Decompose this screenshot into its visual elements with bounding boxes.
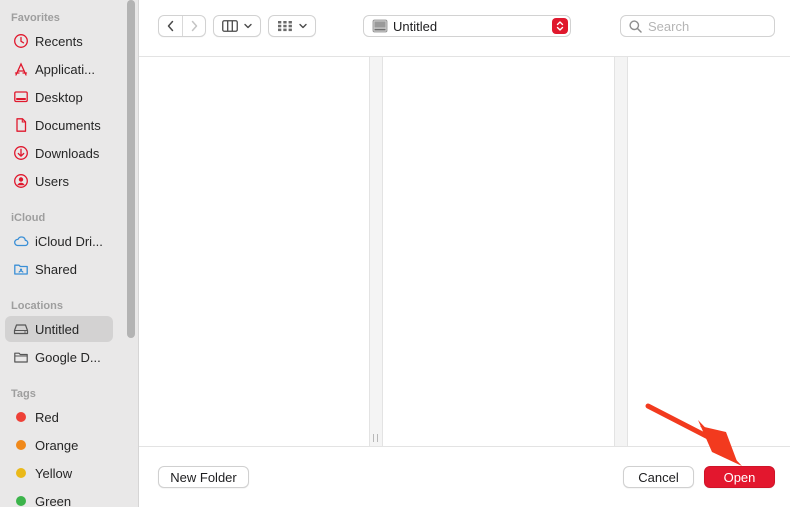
sidebar-item-label: Shared <box>35 261 77 277</box>
new-folder-button[interactable]: New Folder <box>158 466 249 488</box>
sidebar-item-label: Yellow <box>35 465 73 481</box>
section-title-favorites: Favorites <box>11 12 60 24</box>
section-title-locations: Locations <box>11 300 63 312</box>
green-tag-dot-icon <box>16 496 26 506</box>
sidebar-item-label: Downloads <box>35 145 100 161</box>
sidebar-item-google-drive[interactable]: Google D... <box>5 344 113 370</box>
drive-icon <box>13 321 29 337</box>
sidebar-item-documents[interactable]: Documents <box>5 112 113 138</box>
document-icon <box>13 117 29 133</box>
folder-icon <box>13 349 29 365</box>
browser-column-2[interactable] <box>383 57 614 446</box>
view-mode-button[interactable] <box>213 15 261 37</box>
sidebar-item-shared[interactable]: Shared <box>5 256 113 282</box>
browser-column-3[interactable] <box>628 57 790 446</box>
sidebar-tag-green[interactable]: Green <box>5 488 113 507</box>
cloud-icon <box>13 233 29 249</box>
sidebar-item-label: Green <box>35 493 72 507</box>
orange-tag-dot-icon <box>16 440 26 450</box>
location-name: Untitled <box>393 18 438 34</box>
shared-folder-icon <box>13 261 29 277</box>
dialog-footer: New Folder Cancel Open <box>139 446 790 507</box>
sidebar-item-label: Documents <box>35 117 101 133</box>
sidebar-item-applications[interactable]: Applicati... <box>5 56 113 82</box>
location-stepper[interactable] <box>552 18 568 34</box>
chevron-down-icon <box>243 23 252 29</box>
sidebar-item-desktop[interactable]: Desktop <box>5 84 113 110</box>
red-tag-dot-icon <box>16 412 26 422</box>
column-divider-2[interactable] <box>614 57 628 446</box>
sidebar-item-label: Google D... <box>35 349 101 365</box>
desktop-icon <box>13 89 29 105</box>
sidebar-item-label: Orange <box>35 437 79 453</box>
section-title-tags: Tags <box>11 388 36 400</box>
toolbar: Untitled <box>139 0 790 57</box>
open-button[interactable]: Open <box>704 466 775 488</box>
forward-button[interactable] <box>183 16 205 36</box>
sidebar-item-label: Red <box>35 409 59 425</box>
sidebar-item-untitled[interactable]: Untitled <box>5 316 113 342</box>
sidebar-item-label: Applicati... <box>35 61 95 77</box>
location-popup[interactable]: Untitled <box>363 15 571 37</box>
columns-view-icon <box>221 20 238 32</box>
chevron-left-icon <box>167 20 173 32</box>
sidebar: Favorites Recents Applicati... Desktop D… <box>0 0 139 507</box>
search-icon <box>629 19 642 33</box>
yellow-tag-dot-icon <box>16 468 26 478</box>
cancel-button[interactable]: Cancel <box>623 466 694 488</box>
download-icon <box>13 145 29 161</box>
column-resize-handle[interactable] <box>373 434 378 442</box>
browser-column-1[interactable] <box>139 57 369 446</box>
search-field[interactable] <box>620 15 775 37</box>
disk-icon <box>372 19 388 33</box>
grid-icon <box>277 21 292 32</box>
sidebar-item-downloads[interactable]: Downloads <box>5 140 113 166</box>
section-title-icloud: iCloud <box>11 212 46 224</box>
applications-icon <box>13 61 29 77</box>
sidebar-item-icloud-drive[interactable]: iCloud Dri... <box>5 228 113 254</box>
sidebar-item-label: Recents <box>35 33 83 49</box>
group-by-button[interactable] <box>268 15 316 37</box>
sidebar-item-label: Untitled <box>35 321 80 337</box>
up-down-chevron-icon <box>556 21 564 31</box>
sidebar-scrollbar[interactable] <box>127 0 135 338</box>
column-browser <box>139 57 790 446</box>
clock-icon <box>13 33 29 49</box>
column-divider-1[interactable] <box>369 57 383 446</box>
sidebar-item-recents[interactable]: Recents <box>5 28 113 54</box>
back-button[interactable] <box>159 16 182 36</box>
sidebar-item-users[interactable]: Users <box>5 168 113 194</box>
sidebar-tag-red[interactable]: Red <box>5 404 113 430</box>
chevron-down-icon <box>298 23 307 29</box>
history-nav-group <box>158 15 206 37</box>
search-input[interactable] <box>648 18 768 34</box>
sidebar-item-label: iCloud Dri... <box>35 233 103 249</box>
chevron-right-icon <box>191 20 198 32</box>
sidebar-item-label: Users <box>35 173 69 189</box>
sidebar-tag-yellow[interactable]: Yellow <box>5 460 113 486</box>
sidebar-tag-orange[interactable]: Orange <box>5 432 113 458</box>
sidebar-item-label: Desktop <box>35 89 83 105</box>
user-icon <box>13 173 29 189</box>
